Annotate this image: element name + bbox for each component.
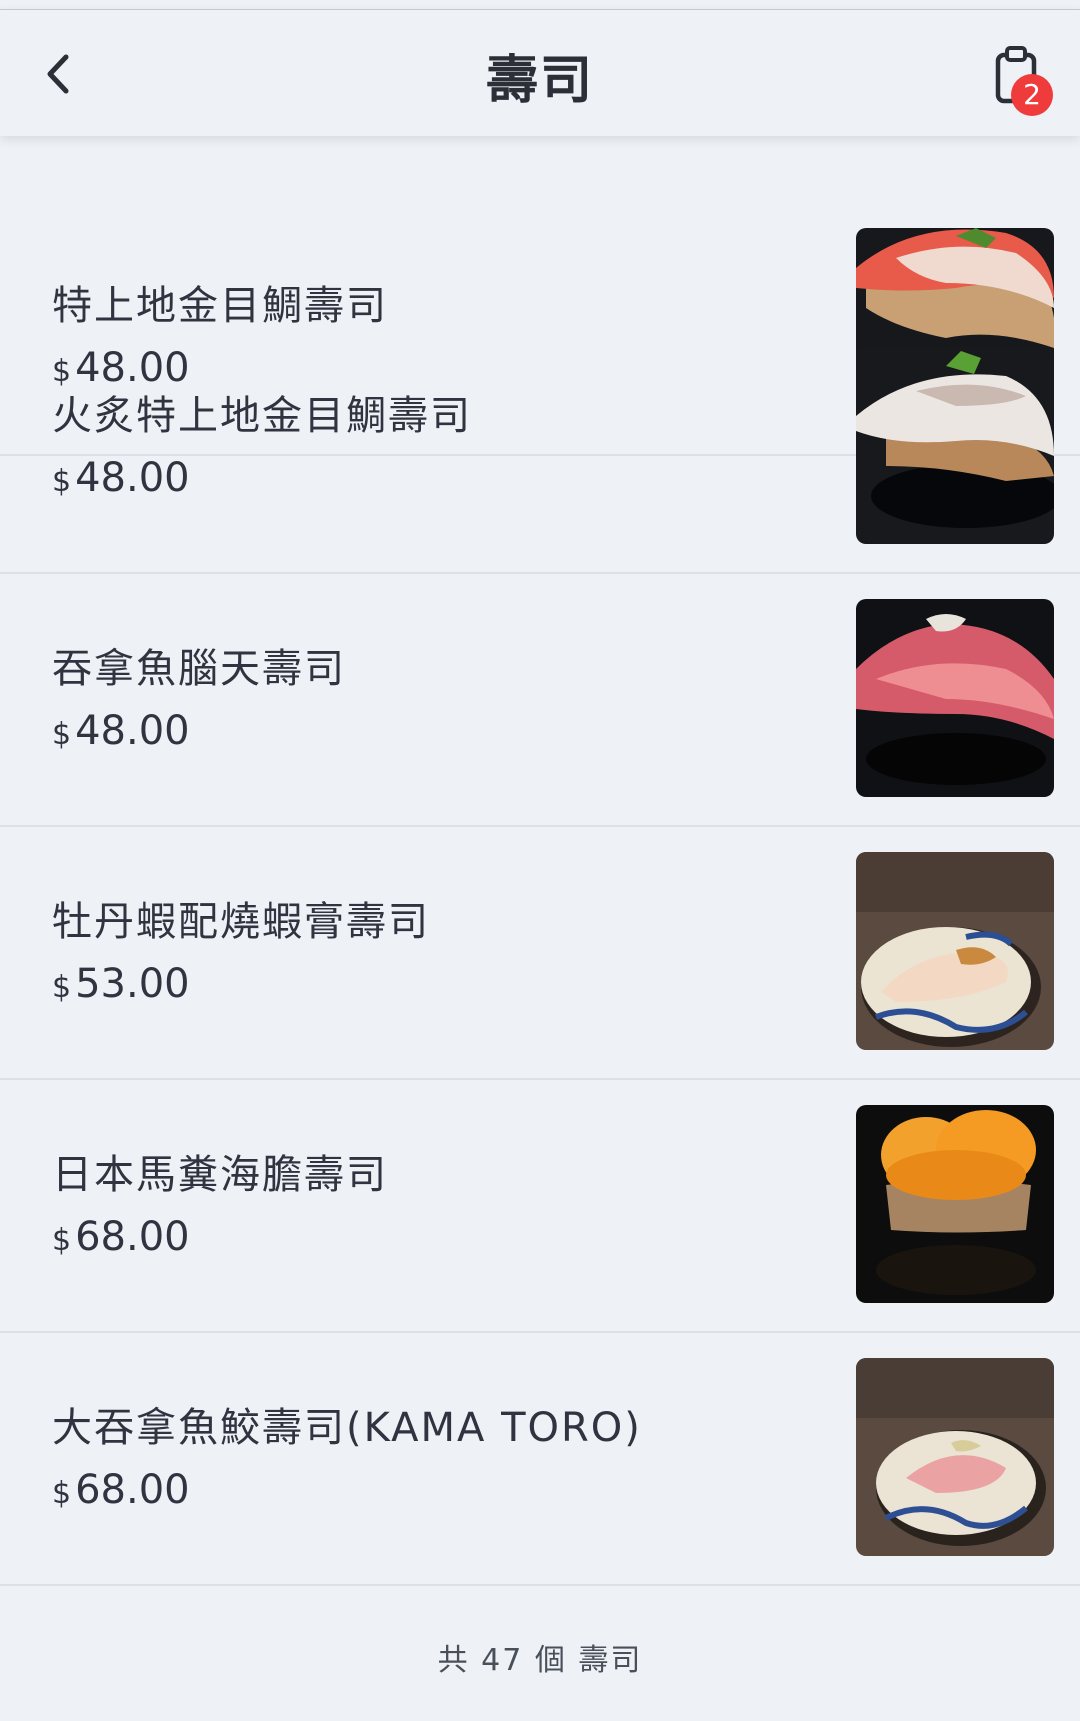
cart-count-badge: 2 bbox=[1011, 74, 1053, 116]
list-item[interactable]: 吞拿魚腦天壽司 $48.00 bbox=[0, 573, 1080, 827]
item-price: $68.00 bbox=[52, 1214, 190, 1260]
app-header: 壽司 2 bbox=[0, 10, 1080, 136]
price-value: 68.00 bbox=[75, 1214, 190, 1260]
item-name: 吞拿魚腦天壽司 bbox=[52, 646, 346, 692]
sushi-bafun-uni-photo bbox=[856, 1105, 1054, 1303]
price-value: 48.00 bbox=[75, 455, 190, 501]
sushi-aburi-kinmedai-photo bbox=[856, 346, 1054, 544]
item-price: $68.00 bbox=[52, 1467, 190, 1513]
item-price: $53.00 bbox=[52, 961, 190, 1007]
list-item[interactable]: 牡丹蝦配燒蝦膏壽司 $53.00 bbox=[0, 826, 1080, 1080]
list-item[interactable]: 火炙特上地金目鯛壽司 $48.00 bbox=[0, 320, 1080, 574]
sushi-botan-ebi-photo bbox=[856, 852, 1054, 1050]
item-name: 日本馬糞海膽壽司 bbox=[52, 1152, 388, 1198]
list-item[interactable]: 大吞拿魚鮫壽司(KAMA TORO) $68.00 bbox=[0, 1332, 1080, 1586]
item-name: 牡丹蝦配燒蝦膏壽司 bbox=[52, 899, 430, 945]
sushi-tuna-noten-photo bbox=[856, 599, 1054, 797]
price-value: 53.00 bbox=[75, 961, 190, 1007]
currency-symbol: $ bbox=[52, 717, 72, 752]
item-name: 大吞拿魚鮫壽司(KAMA TORO) bbox=[52, 1405, 642, 1451]
price-value: 68.00 bbox=[75, 1467, 190, 1513]
item-price: $48.00 bbox=[52, 455, 190, 501]
item-name: 火炙特上地金目鯛壽司 bbox=[52, 393, 472, 439]
total-count-label: 共 47 個 壽司 bbox=[437, 1643, 643, 1678]
currency-symbol: $ bbox=[52, 970, 72, 1005]
page-title: 壽司 bbox=[485, 51, 594, 111]
item-price: $48.00 bbox=[52, 708, 190, 754]
list-item[interactable]: 日本馬糞海膽壽司 $68.00 bbox=[0, 1079, 1080, 1333]
currency-symbol: $ bbox=[52, 1223, 72, 1258]
sushi-kama-toro-photo bbox=[856, 1358, 1054, 1556]
price-value: 48.00 bbox=[75, 708, 190, 754]
currency-symbol: $ bbox=[52, 464, 72, 499]
currency-symbol: $ bbox=[52, 1476, 72, 1511]
